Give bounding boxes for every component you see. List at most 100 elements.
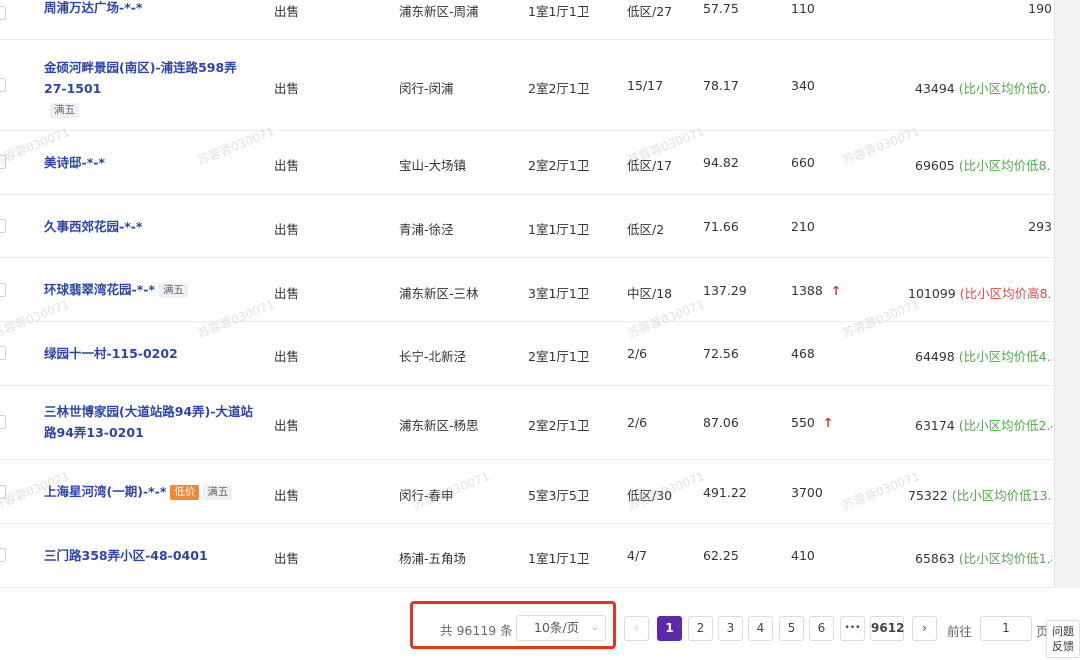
page-button-2[interactable]: 2 <box>688 616 713 641</box>
listing-total-price: 468 <box>791 346 815 361</box>
listing-floor: 中区/18 <box>627 286 673 301</box>
table-row: 绿园十一村-115-0202 出售 长宁-北新泾 2室1厅1卫 2/6 72.5… <box>0 322 1054 386</box>
listing-district: 青浦-徐泾 <box>399 222 454 237</box>
listing-unit-price: 101099 (比小区均价高8.9% <box>908 283 1052 302</box>
row-checkbox[interactable] <box>0 548 6 562</box>
listing-name-link[interactable]: 美诗邸-*-* <box>44 155 105 170</box>
listing-total-price: 210 <box>791 219 815 234</box>
row-checkbox[interactable] <box>0 78 6 92</box>
tag-full-five: 满五 <box>50 103 79 118</box>
listing-layout: 2室2厅1卫 <box>528 81 590 96</box>
goto-label: 前往 <box>947 624 973 639</box>
table-row: 上海星河湾(一期)-*-* 低价 满五 出售 闵行-春申 5室3厅5卫 低区/30 … <box>0 460 1054 524</box>
table-row: 美诗邸-*-* 出售 宝山-大场镇 2室2厅1卫 低区/17 94.82 660… <box>0 131 1054 195</box>
listing-type: 出售 <box>274 551 300 566</box>
row-checkbox[interactable] <box>0 219 6 233</box>
row-checkbox[interactable] <box>0 155 6 169</box>
prev-page-button[interactable]: ‹ <box>624 616 649 641</box>
table-row: 三门路358弄小区-48-0401 出售 杨浦-五角场 1室1厅1卫 4/7 6… <box>0 524 1054 588</box>
price-compare-note: (比小区均价高8.9% <box>959 286 1052 301</box>
listing-area: 71.66 <box>703 219 739 234</box>
listing-layout: 5室3厅5卫 <box>528 488 590 503</box>
listing-type: 出售 <box>274 4 300 19</box>
next-page-button[interactable]: › <box>912 616 937 641</box>
listing-type: 出售 <box>274 286 300 301</box>
price-compare-note: (比小区均价低4.3% <box>958 349 1052 364</box>
listing-name-link[interactable]: 久事西郊花园-*-* <box>44 219 142 234</box>
tag-low-price: 低价 <box>170 485 200 500</box>
listing-layout: 1室1厅1卫 <box>528 4 590 19</box>
last-page-button[interactable]: 9612 <box>870 616 904 641</box>
listing-name-link[interactable]: 上海星河湾(一期)-*-* <box>44 484 166 499</box>
price-compare-note: (比小区均价低8.1% <box>958 158 1052 173</box>
listing-unit-price: 65863 (比小区均价低1.8% <box>915 548 1052 567</box>
listing-area: 87.06 <box>703 415 739 430</box>
more-pages-button[interactable]: ••• <box>840 616 865 641</box>
listing-type: 出售 <box>274 488 300 503</box>
listing-layout: 3室1厅1卫 <box>528 286 590 301</box>
table-row: 周浦万达广场-*-* 出售 浦东新区-周浦 1室1厅1卫 低区/27 57.75… <box>0 0 1054 40</box>
price-compare-note: (比小区均价低13.7% <box>951 488 1052 503</box>
listing-district: 浦东新区-三林 <box>399 286 479 301</box>
listing-layout: 1室1厅1卫 <box>528 551 590 566</box>
tag-full-five: 满五 <box>158 283 188 298</box>
goto-page-input[interactable]: 1 <box>980 616 1032 641</box>
listing-name-link[interactable]: 绿园十一村-115-0202 <box>44 346 178 361</box>
page-button-4[interactable]: 4 <box>748 616 773 641</box>
listing-floor: 2/6 <box>627 346 648 361</box>
vertical-scrollbar[interactable] <box>1054 0 1080 588</box>
listing-area: 62.25 <box>703 548 739 563</box>
table-row: 三林世博家园(大道站路94弄)-大道站路94弄13-0201 出售 浦东新区-杨… <box>0 386 1054 460</box>
listing-floor: 低区/27 <box>627 4 673 19</box>
price-compare-note: (比小区均价低2.4% <box>958 418 1052 433</box>
listing-name-link[interactable]: 金硕河畔景园(南区)-浦连路598弄27-1501 <box>44 60 237 96</box>
feedback-label-2: 反馈 <box>1052 640 1074 653</box>
page-button-6[interactable]: 6 <box>809 616 834 641</box>
listing-table: 周浦万达广场-*-* 出售 浦东新区-周浦 1室1厅1卫 低区/27 57.75… <box>0 0 1054 588</box>
table-row: 环球翡翠湾花园-*-* 满五 出售 浦东新区-三林 3室1厅1卫 中区/18 13… <box>0 258 1054 322</box>
listing-district: 闵行-闵浦 <box>399 81 454 96</box>
row-checkbox[interactable] <box>0 283 6 297</box>
listing-total-price: 340 <box>791 78 815 93</box>
page-button-5[interactable]: 5 <box>779 616 804 641</box>
listing-unit-price: 43494 (比小区均价低0.1% <box>915 78 1052 97</box>
listing-district: 长宁-北新泾 <box>399 349 467 364</box>
row-checkbox[interactable] <box>0 6 6 20</box>
listing-unit-price: 64498 (比小区均价低4.3% <box>915 346 1052 365</box>
listing-floor: 低区/30 <box>627 488 673 503</box>
listing-area: 137.29 <box>703 283 747 298</box>
page-button-3[interactable]: 3 <box>718 616 743 641</box>
listing-total-price: 660 <box>791 155 815 170</box>
row-checkbox[interactable] <box>0 346 6 360</box>
highlight-annotation <box>410 601 616 649</box>
listing-total-price: 410 <box>791 548 815 563</box>
tag-full-five: 满五 <box>203 485 233 500</box>
listing-type: 出售 <box>274 158 300 173</box>
listing-name-link[interactable]: 周浦万达广场-*-* <box>44 0 142 15</box>
listing-unit-price: 190 <box>1028 1 1052 16</box>
listing-floor: 4/7 <box>627 548 648 563</box>
price-compare-note: (比小区均价低1.8% <box>958 551 1052 566</box>
listing-name-link[interactable]: 环球翡翠湾花园-*-* <box>44 282 155 297</box>
table-row: 久事西郊花园-*-* 出售 青浦-徐泾 1室1厅1卫 低区/2 71.66 21… <box>0 195 1054 258</box>
listing-name-link[interactable]: 三门路358弄小区-48-0401 <box>44 548 208 563</box>
page-button-1[interactable]: 1 <box>657 616 682 641</box>
listing-area: 94.82 <box>703 155 739 170</box>
feedback-label-1: 问题 <box>1052 625 1074 638</box>
listing-name-link[interactable]: 三林世博家园(大道站路94弄)-大道站路94弄13-0201 <box>44 404 253 440</box>
listing-district: 浦东新区-周浦 <box>399 4 479 19</box>
row-checkbox[interactable] <box>0 415 6 429</box>
listing-area: 78.17 <box>703 78 739 93</box>
feedback-button[interactable]: 问题 反馈 <box>1046 620 1080 658</box>
listing-district: 闵行-春申 <box>399 488 454 503</box>
listing-district: 杨浦-五角场 <box>399 551 467 566</box>
listing-unit-price: 75322 (比小区均价低13.7% <box>908 485 1052 504</box>
listing-floor: 2/6 <box>627 415 648 430</box>
listing-area: 57.75 <box>703 1 739 16</box>
row-checkbox[interactable] <box>0 485 6 499</box>
listing-layout: 2室2厅1卫 <box>528 158 590 173</box>
price-compare-note: (比小区均价低0.1% <box>958 81 1052 96</box>
listing-total-price: 1388 ↑ <box>791 283 842 298</box>
listing-type: 出售 <box>274 349 300 364</box>
listing-floor: 低区/17 <box>627 158 673 173</box>
